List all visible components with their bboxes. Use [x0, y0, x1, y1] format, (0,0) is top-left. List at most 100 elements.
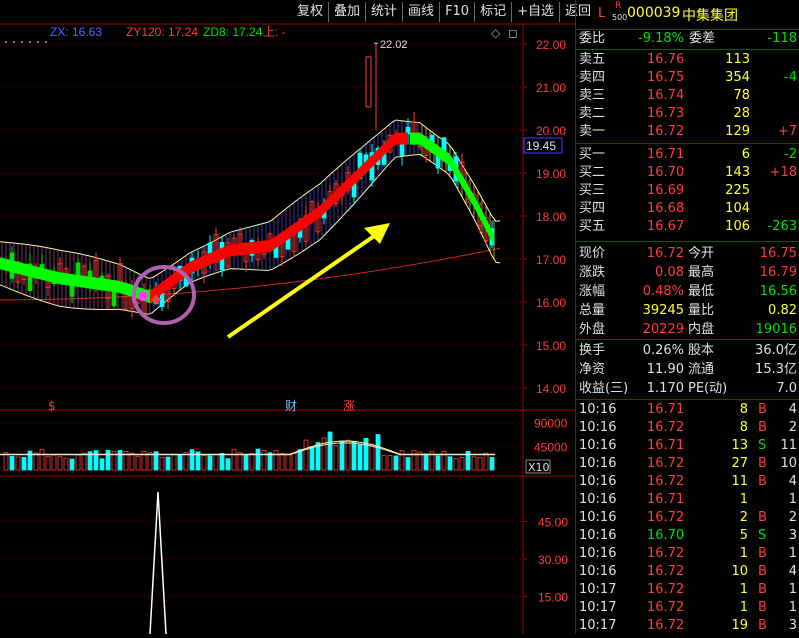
tick-count: 1 [788, 546, 797, 561]
book-level: 卖三 [579, 88, 606, 103]
tick-row[interactable]: 10:17 16.72 1 B 1 [576, 599, 799, 617]
legend-extra: 上: - [263, 25, 286, 39]
toolbar-button[interactable]: 统计 [365, 2, 402, 22]
volume-bar [483, 452, 489, 471]
toolbar-button[interactable]: 画线 [402, 2, 439, 22]
legend-dot [29, 41, 31, 43]
tick-row[interactable]: 10:16 16.72 8 B 2 [576, 419, 799, 437]
stat-row: 总量 39245 量比 0.82 [576, 302, 799, 320]
stock-name[interactable]: 中集集团 [682, 5, 738, 25]
legend-zx: ZX: 16.63 [50, 25, 102, 39]
stat-row: 外盘 20229 内盘 19016 [576, 321, 799, 339]
book-row: 买五 16.67 106 -263 [576, 218, 799, 236]
signal-diamond-icon: ◆ [151, 292, 161, 307]
toolbar-button[interactable]: 复权 [292, 2, 328, 22]
volume-bar [243, 454, 249, 471]
cursor-price-label: 19.45 [526, 139, 556, 153]
stat-label: 最低 [688, 284, 715, 299]
tick-row[interactable]: 10:16 16.72 1 B 1 [576, 545, 799, 563]
book-level: 卖一 [579, 124, 606, 139]
volume-bar [117, 450, 123, 471]
r-badge: R [615, 1, 622, 11]
kline-chart[interactable]: 22.00 21.00 20.00 19.00 18.00 17.00 16.00 15.00… [0, 0, 591, 635]
book-row: 买三 16.69 225 [576, 182, 799, 200]
index-badge: 500 [612, 13, 628, 22]
tick-price: 16.72 [647, 474, 685, 489]
volume-bar [303, 439, 309, 471]
volume-bar [399, 450, 405, 471]
chart-canvas[interactable]: 22.00 21.00 20.00 19.00 18.00 17.00 16.00 15.00… [0, 0, 575, 635]
book-volume: 129 [725, 124, 750, 139]
stat-value: 16.79 [759, 265, 797, 280]
tick-row[interactable]: 10:16 16.72 10 B 4 [576, 563, 799, 581]
volume-bar [435, 455, 441, 471]
high-price-label: 22.02 [380, 39, 408, 51]
book-level: 买一 [579, 147, 606, 162]
price-tick-label: 14.00 [536, 382, 566, 396]
volume-bar [285, 454, 291, 471]
toolbar-button[interactable]: 标记 [474, 2, 511, 22]
volume-bar [381, 454, 387, 471]
volume-bar [369, 443, 375, 471]
toolbar-button[interactable]: F10 [439, 2, 474, 22]
volume-bar [63, 457, 69, 471]
tick-price: 16.72 [647, 420, 685, 435]
indicator-spike [149, 491, 167, 635]
stat-value: 20229 [642, 322, 684, 337]
tick-row[interactable]: 10:17 16.72 19 B 3 [576, 617, 799, 635]
volume-bar [9, 455, 15, 471]
tick-time: 10:17 [579, 600, 617, 615]
book-volume: 78 [733, 88, 750, 103]
event-marker: $ [48, 399, 56, 413]
tick-side: S [758, 438, 767, 453]
book-level: 卖二 [579, 106, 606, 121]
toolbar-button[interactable]: +自选 [511, 2, 559, 22]
tick-row[interactable]: 10:16 16.71 8 B 4 [576, 401, 799, 419]
volume-bar [45, 455, 51, 471]
legend-zy120: ZY120: 17.24 [126, 25, 198, 39]
tick-price: 16.72 [647, 456, 685, 471]
tick-volume: 27 [731, 456, 748, 471]
book-price: 16.71 [647, 147, 685, 162]
price-tick-label: 21.00 [536, 81, 566, 95]
tick-row[interactable]: 10:16 16.70 5 S 3 [576, 527, 799, 545]
volume-bar [423, 453, 429, 471]
volume-bar [225, 458, 231, 471]
tick-side: B [758, 456, 767, 471]
stat-value: 16.72 [646, 246, 684, 261]
tick-price: 16.72 [647, 582, 685, 597]
tick-time: 10:16 [579, 474, 617, 489]
stat-label: 最高 [688, 265, 715, 280]
tick-count: 4 [788, 474, 797, 489]
tick-row[interactable]: 10:16 16.72 2 B 2 [576, 509, 799, 527]
legend-dot [45, 41, 47, 43]
volume-bar [387, 455, 393, 471]
tick-count: 2 [788, 510, 797, 525]
tick-row[interactable]: 10:16 16.72 11 B 4 [576, 473, 799, 491]
weicha-label: 委差 [689, 31, 716, 46]
tick-row[interactable]: 10:17 16.72 1 B 1 [576, 581, 799, 599]
volume-bar [105, 449, 111, 471]
tick-row[interactable]: 10:16 16.72 27 B 10 [576, 455, 799, 473]
volume-bar [81, 452, 87, 471]
toolbar-button[interactable]: 叠加 [328, 2, 365, 22]
ribbon-bear [410, 132, 494, 246]
tick-row[interactable]: 10:16 16.71 13 S 11 [576, 437, 799, 455]
book-price: 16.76 [647, 52, 685, 67]
book-row: 买一 16.71 6 -2 [576, 146, 799, 164]
tick-row[interactable]: 10:16 16.71 1 1 [576, 491, 799, 509]
book-price: 16.74 [647, 88, 685, 103]
stock-code[interactable]: 000039 [627, 5, 680, 21]
stat-value: 36.0亿 [755, 343, 797, 358]
volume-bar [339, 441, 345, 471]
tick-price: 16.72 [647, 600, 685, 615]
volume-bar [273, 450, 279, 471]
price-tick-label: 15.00 [536, 339, 566, 353]
book-price: 16.69 [647, 183, 685, 198]
stat-label: 量比 [688, 303, 715, 318]
stat-label: 现价 [579, 246, 606, 261]
stat-label: 流通 [688, 362, 715, 377]
volume-bar [39, 449, 45, 471]
stat-value: 1.170 [646, 381, 684, 396]
tick-side: B [758, 402, 767, 417]
